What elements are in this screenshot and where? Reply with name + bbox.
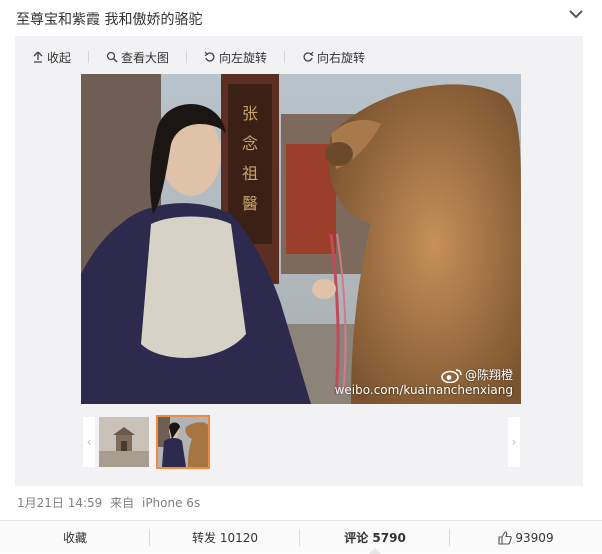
rotate-right-icon xyxy=(303,51,314,62)
rotate-left-label: 向左旋转 xyxy=(219,50,268,65)
thumb-prev-button[interactable]: ‹ xyxy=(83,417,95,467)
collapse-label: 收起 xyxy=(47,50,72,65)
view-large-button[interactable]: 查看大图 xyxy=(106,49,169,66)
active-tab-caret xyxy=(369,548,381,554)
post-time[interactable]: 1月21日 14:59 xyxy=(17,496,102,510)
repost-count: 10120 xyxy=(219,530,259,545)
comment-label: 评论 xyxy=(344,531,369,545)
collapse-button[interactable]: 收起 xyxy=(32,49,71,66)
chevron-right-icon: › xyxy=(511,435,517,449)
thumbnail-strip: ‹ › xyxy=(15,415,583,470)
like-button[interactable]: 93909 xyxy=(450,521,602,554)
post-device[interactable]: iPhone 6s xyxy=(142,496,200,510)
svg-text:张: 张 xyxy=(242,104,258,123)
media-toolbar: 收起 查看大图 向左旋转 向右旋转 xyxy=(15,48,382,66)
chevron-down-icon[interactable] xyxy=(568,6,584,20)
thumbnail-1[interactable] xyxy=(99,417,149,467)
thumbnail-2-selected[interactable] xyxy=(156,415,210,469)
favorite-button[interactable]: 收藏 xyxy=(0,521,150,554)
svg-text:醫: 醫 xyxy=(242,194,258,213)
rotate-right-label: 向右旋转 xyxy=(317,50,366,65)
toolbar-divider xyxy=(88,51,90,63)
post-from-label: 来自 xyxy=(110,496,135,510)
post-photo[interactable]: 张 念 祖 醫 @陈翔橙 weibo.com/kuainanchenxiang xyxy=(81,74,521,404)
comment-count: 5790 xyxy=(372,530,406,545)
collapse-up-icon xyxy=(33,51,43,63)
rotate-right-button[interactable]: 向右旋转 xyxy=(302,49,365,66)
repost-button[interactable]: 转发 10120 xyxy=(150,521,300,554)
toolbar-divider xyxy=(284,51,286,63)
thumbs-up-icon xyxy=(498,530,513,545)
svg-text:祖: 祖 xyxy=(242,164,258,183)
weibo-logo-icon xyxy=(441,369,462,383)
action-bar: 收藏 转发 10120 评论 5790 93909 xyxy=(0,520,602,554)
rotate-left-icon xyxy=(204,51,215,62)
photo-watermark: @陈翔橙 weibo.com/kuainanchenxiang xyxy=(335,368,513,398)
watermark-url: weibo.com/kuainanchenxiang xyxy=(334,383,513,397)
toolbar-divider xyxy=(186,51,188,63)
chevron-left-icon: ‹ xyxy=(86,435,92,449)
post-text: 至尊宝和紫霞 我和傲娇的骆驼 xyxy=(16,12,203,28)
favorite-label: 收藏 xyxy=(62,531,87,545)
watermark-user: @陈翔橙 xyxy=(464,368,513,382)
repost-label: 转发 xyxy=(191,531,216,545)
rotate-left-button[interactable]: 向左旋转 xyxy=(204,49,267,66)
magnifier-icon xyxy=(106,51,118,63)
view-large-label: 查看大图 xyxy=(121,50,170,65)
post-meta: 1月21日 14:59 来自 iPhone 6s xyxy=(17,494,204,511)
media-panel: 收起 查看大图 向左旋转 向右旋转 张 念 祖 醫 @陈翔橙 weibo.com… xyxy=(15,36,583,486)
thumb-next-button[interactable]: › xyxy=(508,417,520,467)
like-count: 93909 xyxy=(515,530,554,545)
comment-button[interactable]: 评论 5790 xyxy=(300,521,450,554)
svg-text:念: 念 xyxy=(242,134,258,153)
